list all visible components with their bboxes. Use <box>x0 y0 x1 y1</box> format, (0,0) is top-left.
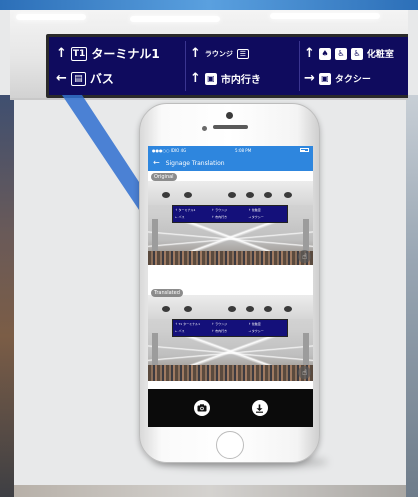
battery-icon <box>299 148 309 153</box>
hand-icon[interactable]: ☝ <box>298 250 311 263</box>
arrow-up-icon: ↑ <box>56 46 67 61</box>
download-icon <box>256 404 263 413</box>
arrow-up-icon: ↑ <box>190 71 201 86</box>
translated-panel: Translated ↑ T1 ターミナル1 ↑ ラウンジ ↑ 化粧室 ← バス <box>148 287 313 392</box>
camera-button[interactable] <box>193 400 210 416</box>
phone-device: ●●●○○ IDIO 4G 5:08 PM ← Signage Translat… <box>139 103 320 463</box>
train-icon: ▣ <box>204 72 217 85</box>
mini-sign-text: → タクシー <box>248 215 264 219</box>
download-button[interactable] <box>251 400 268 416</box>
original-photo[interactable]: ↑ ターミナル1 ↑ ラウンジ ↑ 化粧室 ← バス ↑ 市内行き → タクシー… <box>148 181 313 265</box>
hand-icon[interactable]: ☝ <box>298 366 311 379</box>
mini-sign-text: ← バス <box>175 215 185 219</box>
mini-sign-text: ↑ 市内行き <box>211 215 228 219</box>
ceiling-lamp <box>228 192 236 198</box>
translated-label: Translated <box>151 289 183 297</box>
ceiling-lamp <box>184 306 192 312</box>
sign-bus: ← ▤ バス <box>52 66 186 91</box>
ceiling-light <box>270 13 380 19</box>
mini-sign-text: → タクシー <box>248 329 264 333</box>
airport-signboard: ↑ T1 ターミナル1 ↑ ラウンジ ☰ ↑ ♠ ♿ ♿ 化粧室 ← ▤ バス … <box>46 34 408 98</box>
original-panel: Original ↑ ターミナル1 ↑ ラウンジ ↑ 化粧室 ← バス ↑ 市内… <box>148 171 313 278</box>
status-bar: ●●●○○ IDIO 4G 5:08 PM <box>148 146 313 155</box>
sign-terminal-text: ターミナル1 <box>91 47 160 61</box>
arrow-right-icon: → <box>304 71 315 86</box>
home-button[interactable] <box>216 431 244 459</box>
sign-city-text: 市内行き <box>220 75 261 86</box>
back-arrow-icon[interactable]: ← <box>153 159 160 167</box>
sign-lounge: ↑ ラウンジ ☰ <box>186 41 300 66</box>
sign-restroom: ↑ ♠ ♿ ♿ 化粧室 <box>300 41 408 66</box>
background-left-photo <box>0 95 14 497</box>
sign-bus-text: バス <box>89 72 114 86</box>
mini-signboard-original: ↑ ターミナル1 ↑ ラウンジ ↑ 化粧室 ← バス ↑ 市内行き → タクシー <box>172 205 288 223</box>
mini-sign-text: ← バス <box>175 329 185 333</box>
accessible-icon: ♿ <box>334 47 347 60</box>
restroom-icon: ♠ <box>318 47 331 60</box>
mini-sign-text: ↑ 化粧室 <box>248 322 261 326</box>
page-title: Signage Translation <box>165 159 225 167</box>
crowd <box>148 365 313 381</box>
ceiling-lamp <box>264 192 272 198</box>
ceiling-lamp <box>264 306 272 312</box>
original-label: Original <box>151 173 177 181</box>
translated-photo[interactable]: ↑ T1 ターミナル1 ↑ ラウンジ ↑ 化粧室 ← バス ↑ 市内行き → タ… <box>148 295 313 381</box>
earpiece-speaker <box>213 125 248 129</box>
ceiling-lamp <box>284 306 292 312</box>
bottom-toolbar <box>148 389 313 427</box>
ceiling-lamp <box>184 192 192 198</box>
background-bottom-photo <box>14 485 406 497</box>
zoomed-sign-photo: ↑ T1 ターミナル1 ↑ ラウンジ ☰ ↑ ♠ ♿ ♿ 化粧室 ← ▤ バス … <box>10 10 408 100</box>
ceiling-lamp <box>246 306 254 312</box>
mini-sign-text: ↑ 市内行き <box>211 329 228 333</box>
ceiling-lamp <box>162 192 170 198</box>
background-right-photo <box>406 95 418 497</box>
nav-bar: ← Signage Translation <box>148 155 313 171</box>
sign-terminal: ↑ T1 ターミナル1 <box>52 41 186 66</box>
lounge-icon: ☰ <box>236 48 249 59</box>
front-sensor <box>202 126 207 131</box>
sign-taxi: → ▣ タクシー <box>300 66 408 91</box>
ceiling-lamp <box>246 192 254 198</box>
arrow-left-icon: ← <box>56 71 67 86</box>
terminal-badge: T1 <box>70 46 88 61</box>
crowd <box>148 251 313 265</box>
sign-taxi-text: タクシー <box>334 75 371 85</box>
taxi-icon: ▣ <box>318 72 331 85</box>
status-time: 5:08 PM <box>235 148 252 153</box>
mini-sign-text: ↑ T1 ターミナル1 <box>175 322 201 326</box>
mini-signboard-translated: ↑ T1 ターミナル1 ↑ ラウンジ ↑ 化粧室 ← バス ↑ 市内行き → タ… <box>172 319 288 337</box>
camera-icon <box>197 404 206 412</box>
sign-lounge-text: ラウンジ <box>204 49 233 58</box>
top-edge-strip <box>0 0 418 10</box>
mini-sign-text: ↑ ラウンジ <box>211 322 228 326</box>
arrow-up-icon: ↑ <box>190 46 201 61</box>
bus-icon: ▤ <box>70 71 86 86</box>
ceiling-lamp <box>284 192 292 198</box>
sign-city: ↑ ▣ 市内行き <box>186 66 300 91</box>
arrow-up-icon: ↑ <box>304 46 315 61</box>
ceiling-light <box>16 14 86 20</box>
mini-sign-text: ↑ 化粧室 <box>248 208 261 212</box>
mini-sign-text: ↑ ターミナル1 <box>175 208 196 212</box>
wheelchair-restroom-icon: ♿ <box>350 47 363 60</box>
ceiling-lamp <box>162 306 170 312</box>
ceiling-lamp <box>228 306 236 312</box>
front-camera <box>226 112 233 119</box>
mini-sign-text: ↑ ラウンジ <box>211 208 228 212</box>
sign-restroom-text: 化粧室 <box>366 50 394 60</box>
status-carrier: ●●●○○ IDIO 4G <box>152 148 187 153</box>
ceiling-light <box>130 16 220 22</box>
phone-screen: ●●●○○ IDIO 4G 5:08 PM ← Signage Translat… <box>148 146 313 427</box>
